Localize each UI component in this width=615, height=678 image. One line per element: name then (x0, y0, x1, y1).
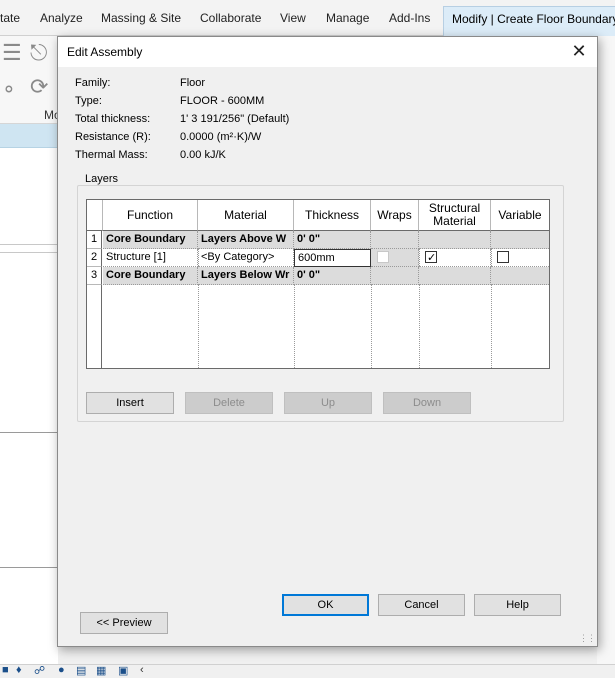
delete-button[interactable]: Delete (185, 392, 273, 414)
variable-cell (491, 267, 549, 285)
structural-material-column-header[interactable]: Structural Material (419, 200, 491, 231)
variable-cell (491, 249, 549, 267)
material-cell[interactable]: Layers Above W (198, 231, 294, 249)
material-column-header[interactable]: Material (198, 200, 294, 231)
material-cell[interactable]: Layers Below Wr (198, 267, 294, 285)
material-cell[interactable]: <By Category> (198, 249, 294, 267)
tab-modify-create-floor-boundary[interactable]: Modify | Create Floor Boundary (443, 6, 615, 36)
tab-view[interactable]: View (280, 11, 306, 25)
tab-analyze[interactable]: Analyze (40, 11, 83, 25)
move-tool-icon[interactable]: ∘ (2, 76, 16, 102)
close-icon[interactable]: ✕ (567, 40, 591, 64)
design-options-icon[interactable]: ♦ (16, 664, 22, 676)
modify-tool-icon[interactable]: ☰ (2, 40, 22, 66)
tab-collaborate[interactable]: Collaborate (200, 11, 261, 25)
row-number[interactable]: 3 (87, 267, 102, 285)
function-cell[interactable]: Core Boundary (103, 267, 198, 285)
resistance-value: 0.0000 (m²·K)/W (180, 131, 262, 143)
wraps-column-header[interactable]: Wraps (371, 200, 419, 231)
tab-massing-site[interactable]: Massing & Site (101, 11, 181, 25)
ribbon-tab-bar: tate Analyze Massing & Site Collaborate … (0, 0, 615, 36)
thickness-cell[interactable]: 0' 0" (294, 231, 371, 249)
structural-material-checkbox[interactable] (425, 249, 437, 266)
structural-material-cell (419, 231, 491, 249)
resize-grip-icon[interactable]: ⋮⋮ (579, 633, 596, 644)
preview-button[interactable]: << Preview (80, 612, 168, 634)
function-cell[interactable]: Core Boundary (103, 231, 198, 249)
layers-table: Function Material Thickness Wraps Struct… (86, 199, 550, 369)
wraps-cell (371, 249, 419, 267)
tab-add-ins[interactable]: Add-Ins (389, 11, 430, 25)
rotate-tool-icon[interactable]: ⟳ (30, 74, 48, 100)
down-button[interactable]: Down (383, 392, 471, 414)
select-tool-icon[interactable]: ⎋ (30, 40, 47, 66)
thickness-cell[interactable]: 0' 0" (294, 267, 371, 285)
tab-manage[interactable]: Manage (326, 11, 369, 25)
row-number-header (87, 200, 103, 231)
thermal-mass-value: 0.00 kJ/K (180, 149, 226, 161)
pin-icon[interactable]: ● (58, 664, 65, 676)
thickness-column-header[interactable]: Thickness (294, 200, 371, 231)
wraps-cell (371, 231, 419, 249)
row-number[interactable]: 1 (87, 231, 102, 249)
underlay-icon[interactable]: ▤ (76, 664, 86, 677)
cancel-button[interactable]: Cancel (378, 594, 465, 616)
structural-material-cell (419, 249, 491, 267)
drag-elements-icon[interactable]: ▣ (118, 664, 128, 677)
edit-assembly-dialog: Edit Assembly ✕ Family: Floor Type: FLOO… (57, 36, 598, 647)
dialog-title: Edit Assembly (67, 45, 143, 59)
insert-button[interactable]: Insert (86, 392, 174, 414)
structural-material-cell (419, 267, 491, 285)
status-bar: ■ ♦ ☍ ● ▤ ▦ ▣ ‹ (0, 664, 615, 678)
function-column-header[interactable]: Function (103, 200, 198, 231)
thickness-input[interactable]: 600mm (294, 249, 371, 267)
drawing-area-edge (597, 36, 615, 666)
chevron-left-icon[interactable]: ‹ (140, 664, 144, 676)
row-number[interactable]: 2 (87, 249, 102, 267)
help-button[interactable]: Help (474, 594, 561, 616)
function-cell[interactable]: Structure [1] (103, 249, 198, 267)
dialog-titlebar[interactable]: Edit Assembly ✕ (58, 37, 597, 67)
panel-divider (0, 244, 58, 245)
layers-group-label: Layers (83, 173, 121, 185)
project-browser-box (0, 432, 58, 568)
total-thickness-label: Total thickness: (75, 113, 151, 125)
variable-column-header[interactable]: Variable (491, 200, 549, 231)
family-value: Floor (180, 77, 206, 89)
select-by-face-icon[interactable]: ▦ (96, 664, 106, 677)
total-thickness-value: 1' 3 191/256" (Default) (180, 113, 290, 125)
thermal-mass-label: Thermal Mass: (75, 149, 148, 161)
up-button[interactable]: Up (284, 392, 372, 414)
link-icon[interactable]: ☍ (34, 664, 45, 677)
properties-panel (0, 148, 58, 668)
panel-divider (0, 252, 58, 253)
type-label: Type: (75, 95, 102, 107)
wraps-cell (371, 267, 419, 285)
type-value: FLOOR - 600MM (180, 95, 265, 107)
ok-button[interactable]: OK (282, 594, 369, 616)
wraps-checkbox (377, 251, 389, 263)
worksets-icon[interactable]: ■ (2, 664, 9, 676)
resistance-label: Resistance (R): (75, 131, 151, 143)
tab-architecture[interactable]: tate (0, 11, 20, 25)
variable-checkbox[interactable] (497, 251, 509, 263)
variable-cell (491, 231, 549, 249)
family-label: Family: (75, 77, 111, 89)
